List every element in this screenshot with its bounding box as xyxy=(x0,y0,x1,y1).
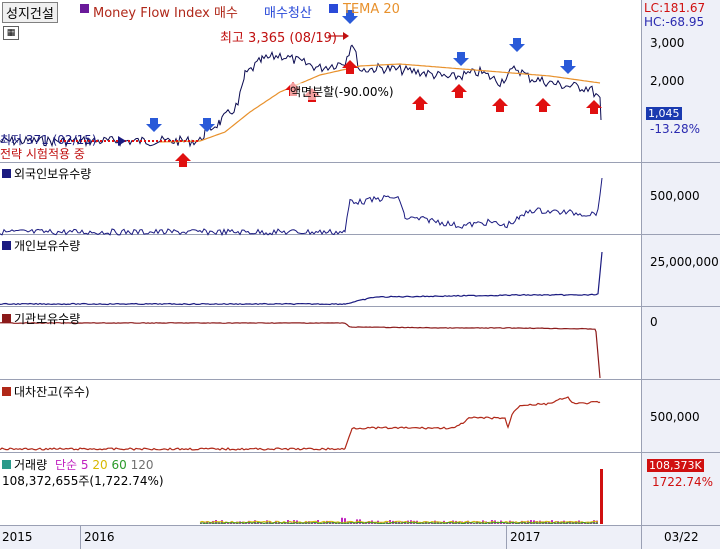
hc-value: HC:-68.95 xyxy=(644,15,705,29)
sell-signal-arrow-icon xyxy=(146,118,162,132)
volume-swatch xyxy=(2,460,11,469)
tema-line xyxy=(159,63,601,143)
inst-tick: 0 xyxy=(650,315,658,329)
mfi-label: Money Flow Index 매수 xyxy=(93,6,238,21)
foreign-title: 외국인보유수량 xyxy=(14,167,92,181)
x-label-2016: 2016 xyxy=(84,530,115,544)
notice-text: 전략 시험적용 중 xyxy=(0,147,85,161)
sell-signal-arrow-icon xyxy=(453,52,469,66)
buy-signal-arrow-icon xyxy=(535,98,551,112)
lending-swatch xyxy=(2,387,11,396)
volume-change: 1722.74% xyxy=(652,475,714,489)
high-pointer-icon xyxy=(343,32,349,40)
sell-signal-arrow-icon xyxy=(199,118,215,132)
buy-signal-arrow-icon xyxy=(175,153,191,167)
buy-signal-arrow-icon xyxy=(451,84,467,98)
buy-signal-arrow-icon xyxy=(492,98,508,112)
lending-title: 대차잔고(주수) xyxy=(14,385,90,399)
foreign-swatch xyxy=(2,169,11,178)
volume-ma60-line xyxy=(199,521,599,525)
personal-holdings-line xyxy=(0,251,603,306)
buy-signal-arrow-icon xyxy=(342,60,358,74)
volume-ma-20: 20 xyxy=(92,458,108,472)
x-label-date: 03/22 xyxy=(664,530,699,544)
current-price-badge: 1,045 xyxy=(646,107,682,120)
volume-ma-type: 단순 xyxy=(54,458,78,472)
split-annotation: 액면분할(-90.00%) xyxy=(290,83,394,100)
tema-label: TEMA 20 xyxy=(343,2,400,17)
stock-name-button[interactable]: 성지건설 xyxy=(2,2,58,23)
mfi-exit-label: 매수청산 xyxy=(264,6,312,21)
lc-value: LC:181.67 xyxy=(644,1,706,15)
buy-signal-arrow-icon xyxy=(586,100,602,114)
personal-tick: 25,000,000 xyxy=(650,255,719,269)
lending-balance-line xyxy=(0,396,601,451)
low-marker-icon xyxy=(118,136,126,146)
volume-ma-60: 60 xyxy=(111,458,127,472)
tema-legend-swatch xyxy=(329,4,338,13)
volume-ma-5: 5 xyxy=(80,458,89,472)
volume-title: 거래량 xyxy=(14,458,48,472)
volume-ma-120: 120 xyxy=(130,458,154,472)
price-tick-2000: 2,000 xyxy=(650,74,685,88)
inst-title: 기관보유수량 xyxy=(14,312,81,326)
foreign-tick: 500,000 xyxy=(650,189,700,203)
sell-signal-arrow-icon xyxy=(560,60,576,74)
high-annotation: 최고 3,365 (08/19) xyxy=(220,31,338,46)
volume-bar-latest xyxy=(600,469,603,524)
sell-signal-arrow-icon xyxy=(509,38,525,52)
x-label-2015: 2015 xyxy=(2,530,33,544)
grid-icon[interactable]: ▦ xyxy=(3,26,19,40)
personal-title: 개인보유수량 xyxy=(14,239,81,253)
mfi-legend-swatch xyxy=(80,4,89,13)
volume-value: 108,372,655주(1,722.74%) xyxy=(2,474,164,488)
price-tick-3000: 3,000 xyxy=(650,36,685,50)
x-label-2017: 2017 xyxy=(510,530,541,544)
price-change: -13.28% xyxy=(650,122,701,136)
personal-swatch xyxy=(2,241,11,250)
volume-badge: 108,373K xyxy=(647,459,704,472)
inst-holdings-line xyxy=(0,322,601,379)
inst-swatch xyxy=(2,314,11,323)
foreign-holdings-line xyxy=(0,177,603,237)
buy-signal-arrow-icon xyxy=(412,96,428,110)
chart-window: 성지건설 Money Flow Index 매수 매수청산 TEMA 20 LC… xyxy=(0,0,720,549)
lending-tick: 500,000 xyxy=(650,410,700,424)
